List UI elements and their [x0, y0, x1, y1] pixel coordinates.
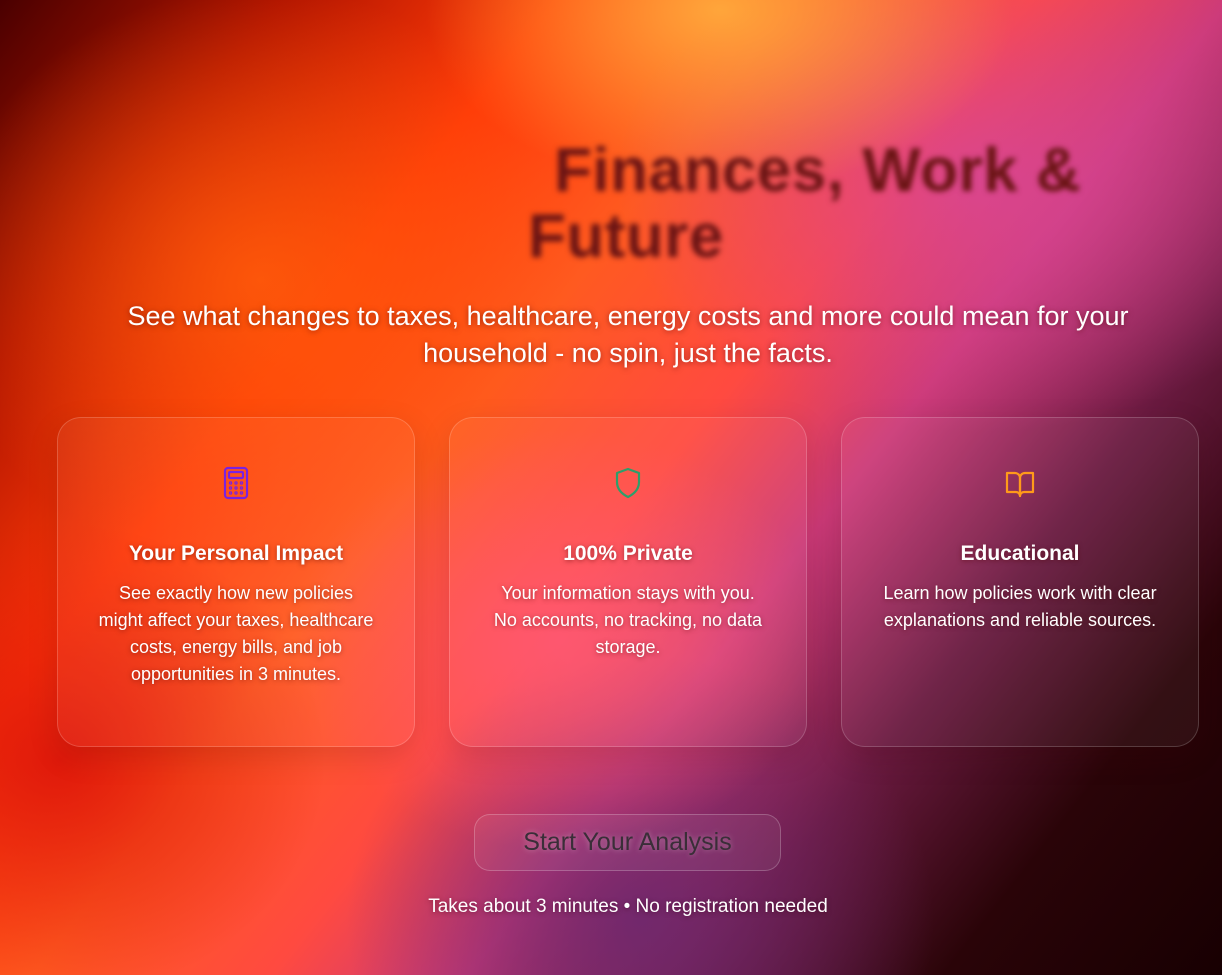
- page-title: Finances, Work & Future: [528, 136, 1082, 271]
- feature-title: Educational: [960, 542, 1080, 565]
- feature-title: 100% Private: [563, 542, 693, 565]
- feature-description: Learn how policies work with clear expla…: [883, 583, 1157, 630]
- page-subtitle: See what changes to taxes, healthcare, e…: [127, 301, 1129, 368]
- feature-card-educational: Educational Learn how policies work with…: [841, 417, 1199, 747]
- feature-card-personal-impact: Your Personal Impact See exactly how new…: [57, 417, 415, 747]
- book-open-icon: [1004, 466, 1036, 500]
- feature-description: Your information stays with you. No acco…: [493, 583, 763, 657]
- cta-note: Takes about 3 minutes • No registration …: [428, 896, 828, 917]
- calculator-icon: [220, 466, 252, 500]
- feature-description: See exactly how new policies might affec…: [98, 583, 374, 684]
- shield-icon: [612, 466, 644, 500]
- start-analysis-button[interactable]: Start Your Analysis: [474, 814, 781, 871]
- feature-title: Your Personal Impact: [128, 542, 344, 565]
- feature-card-private: 100% Private Your information stays with…: [449, 417, 807, 747]
